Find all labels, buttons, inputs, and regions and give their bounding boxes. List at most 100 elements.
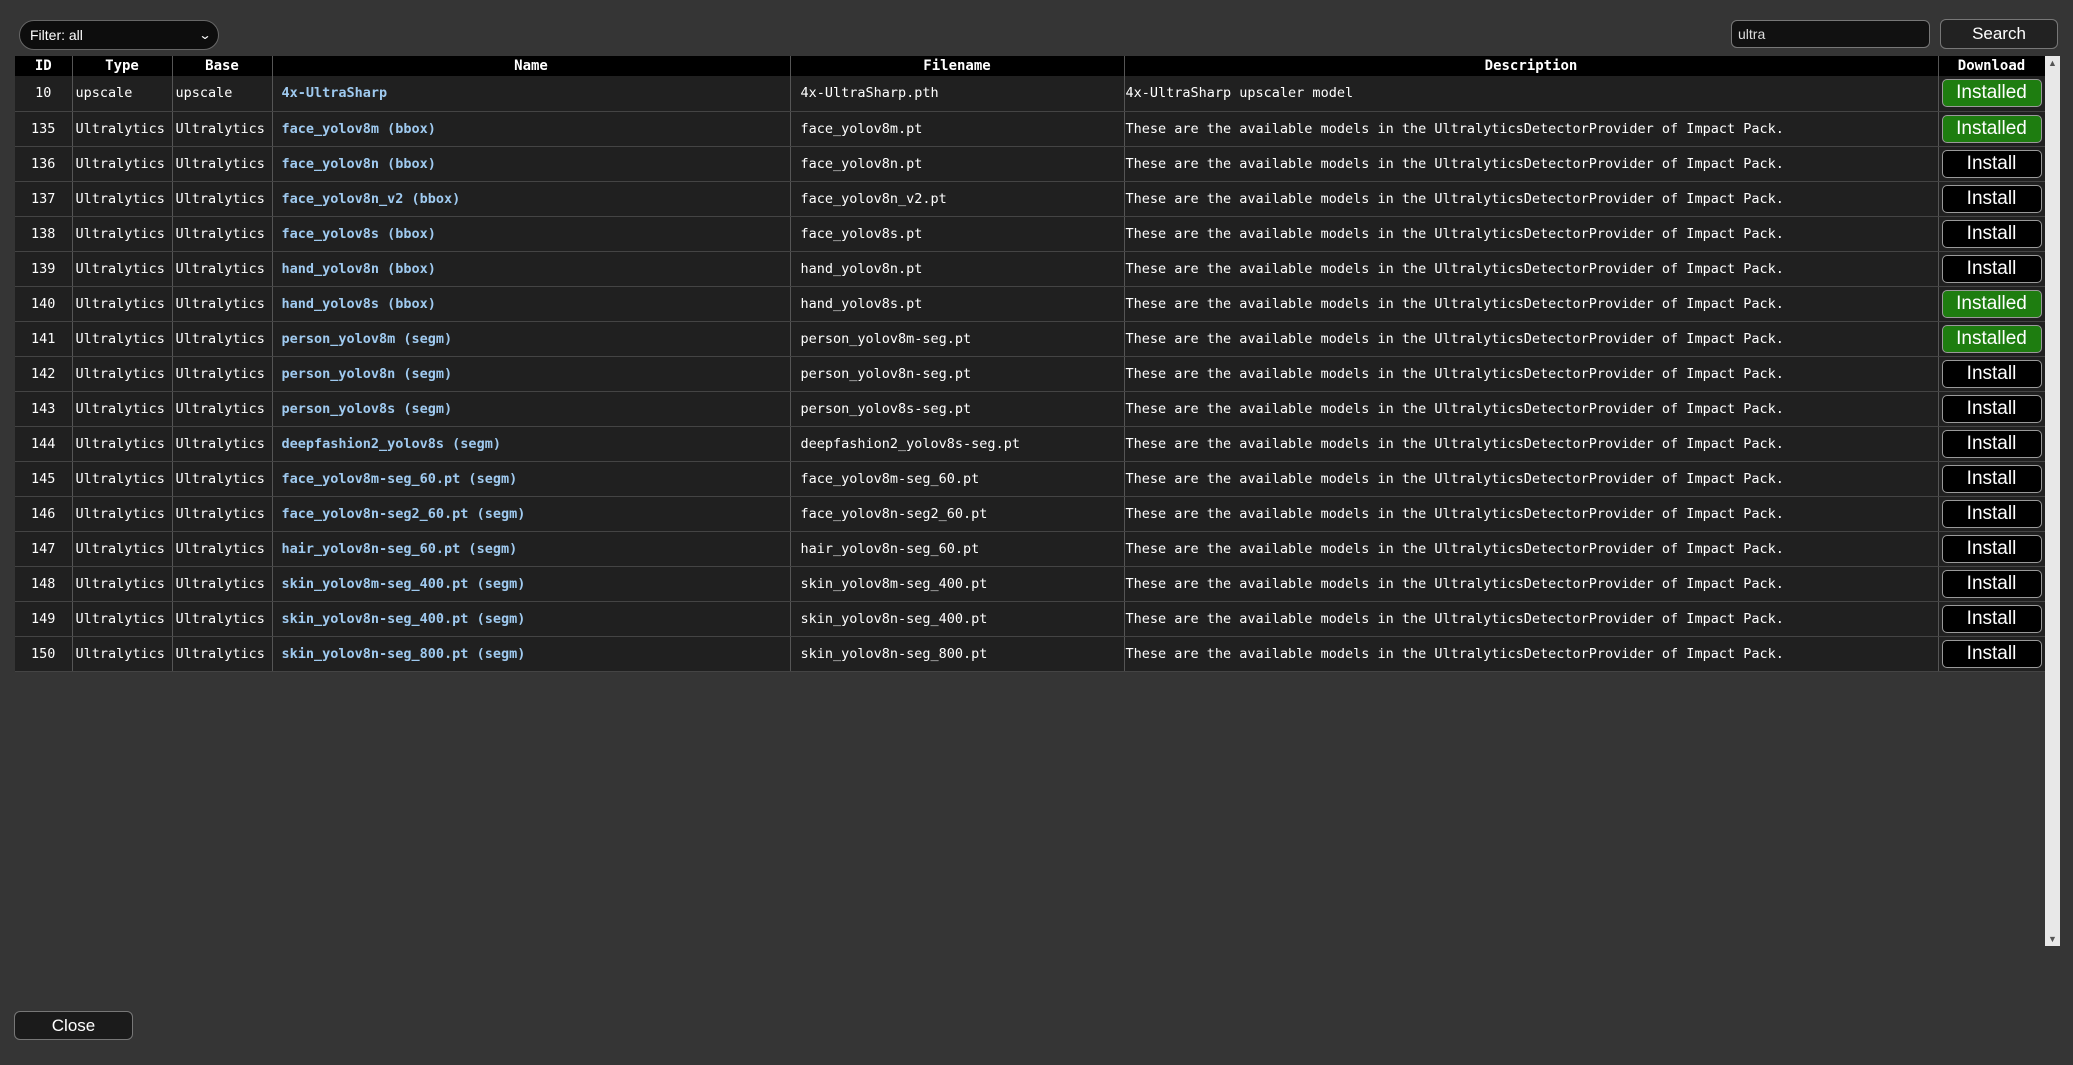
cell-base: Ultralytics	[172, 111, 273, 147]
install-button[interactable]: Install	[1941, 184, 2042, 213]
cell-name: 4x-UltraSharp	[272, 76, 791, 112]
model-name-link[interactable]: face_yolov8m-seg_60.pt (segm)	[276, 471, 518, 487]
cell-base: Ultralytics	[172, 146, 273, 182]
install-button[interactable]: Install	[1941, 604, 2042, 633]
model-name-link[interactable]: person_yolov8n (segm)	[276, 366, 453, 382]
model-name-link[interactable]: skin_yolov8n-seg_800.pt (segm)	[276, 646, 526, 662]
cell-download: Installed	[1938, 286, 2045, 322]
model-name-link[interactable]: hair_yolov8n-seg_60.pt (segm)	[276, 541, 518, 557]
cell-download: Install	[1938, 391, 2045, 427]
cell-description: These are the available models in the Ul…	[1124, 461, 1939, 497]
install-button[interactable]: Install	[1941, 394, 2042, 423]
model-name-link[interactable]: 4x-UltraSharp	[276, 85, 388, 101]
model-name-link[interactable]: face_yolov8s (bbox)	[276, 226, 436, 242]
install-button[interactable]: Install	[1941, 639, 2042, 668]
model-name-link[interactable]: face_yolov8n (bbox)	[276, 156, 436, 172]
cell-description: These are the available models in the Ul…	[1124, 356, 1939, 392]
installed-button[interactable]: Installed	[1941, 114, 2042, 143]
cell-type: Ultralytics	[72, 636, 173, 672]
cell-download: Install	[1938, 601, 2045, 637]
cell-id: 137	[15, 181, 73, 217]
table-body: 10 upscale upscale 4x-UltraSharp 4x-UltraSha…	[15, 76, 2045, 672]
search-button[interactable]: Search	[1940, 19, 2058, 49]
model-name-link[interactable]: skin_yolov8n-seg_400.pt (segm)	[276, 611, 526, 627]
scroll-up-arrow-icon[interactable]: ▲	[2045, 56, 2060, 70]
cell-type: Ultralytics	[72, 391, 173, 427]
col-header-base: Base	[172, 56, 273, 76]
scroll-down-arrow-icon[interactable]: ▼	[2045, 932, 2060, 946]
cell-base: Ultralytics	[172, 426, 273, 462]
cell-id: 135	[15, 111, 73, 147]
install-button[interactable]: Install	[1941, 464, 2042, 493]
col-header-id: ID	[15, 56, 73, 76]
vertical-scrollbar[interactable]: ▲ ▼	[2045, 56, 2060, 946]
cell-filename: face_yolov8s.pt	[790, 216, 1125, 252]
cell-base: Ultralytics	[172, 216, 273, 252]
cell-description: 4x-UltraSharp upscaler model	[1124, 76, 1939, 112]
install-button[interactable]: Install	[1941, 569, 2042, 598]
install-button[interactable]: Install	[1941, 149, 2042, 178]
cell-type: Ultralytics	[72, 111, 173, 147]
cell-type: Ultralytics	[72, 356, 173, 392]
filter-select[interactable]: Filter: all ⌄	[19, 20, 219, 50]
cell-id: 138	[15, 216, 73, 252]
cell-download: Install	[1938, 496, 2045, 532]
install-button[interactable]: Install	[1941, 429, 2042, 458]
cell-download: Install	[1938, 636, 2045, 672]
install-button[interactable]: Install	[1941, 499, 2042, 528]
installed-button[interactable]: Installed	[1941, 79, 2042, 108]
model-name-link[interactable]: skin_yolov8m-seg_400.pt (segm)	[276, 576, 526, 592]
cell-description: These are the available models in the Ul…	[1124, 251, 1939, 287]
cell-name: skin_yolov8m-seg_400.pt (segm)	[272, 566, 791, 602]
model-name-link[interactable]: person_yolov8m (segm)	[276, 331, 453, 347]
install-button[interactable]: Install	[1941, 254, 2042, 283]
table-row: 135 Ultralytics Ultralytics face_yolov8m (b…	[15, 111, 2045, 147]
model-name-link[interactable]: deepfashion2_yolov8s (segm)	[276, 436, 501, 452]
col-header-description: Description	[1124, 56, 1939, 76]
model-name-link[interactable]: hand_yolov8s (bbox)	[276, 296, 436, 312]
table-row: 143 Ultralytics Ultralytics person_yolov8s …	[15, 391, 2045, 427]
cell-description: These are the available models in the Ul…	[1124, 496, 1939, 532]
cell-base: Ultralytics	[172, 286, 273, 322]
model-name-link[interactable]: person_yolov8s (segm)	[276, 401, 453, 417]
cell-base: upscale	[172, 76, 273, 112]
model-name-link[interactable]: face_yolov8m (bbox)	[276, 121, 436, 137]
cell-base: Ultralytics	[172, 321, 273, 357]
cell-filename: person_yolov8s-seg.pt	[790, 391, 1125, 427]
search-input[interactable]	[1731, 20, 1930, 48]
model-table: ID Type Base Name Filename Description Downloa…	[15, 56, 2045, 672]
cell-download: Installed	[1938, 321, 2045, 357]
installed-button[interactable]: Installed	[1941, 289, 2042, 318]
install-button[interactable]: Install	[1941, 219, 2042, 248]
cell-id: 139	[15, 251, 73, 287]
col-header-name: Name	[272, 56, 791, 76]
table-row: 137 Ultralytics Ultralytics face_yolov8n_v2…	[15, 181, 2045, 217]
install-button[interactable]: Install	[1941, 359, 2042, 388]
cell-description: These are the available models in the Ul…	[1124, 111, 1939, 147]
model-name-link[interactable]: face_yolov8n-seg2_60.pt (segm)	[276, 506, 526, 522]
table-row: 142 Ultralytics Ultralytics person_yolov8n …	[15, 356, 2045, 392]
cell-type: Ultralytics	[72, 216, 173, 252]
close-button[interactable]: Close	[14, 1011, 133, 1040]
cell-filename: skin_yolov8n-seg_400.pt	[790, 601, 1125, 637]
table-row: 147 Ultralytics Ultralytics hair_yolov8n-se…	[15, 531, 2045, 567]
cell-download: Installed	[1938, 76, 2045, 112]
cell-name: face_yolov8s (bbox)	[272, 216, 791, 252]
cell-download: Install	[1938, 356, 2045, 392]
cell-download: Install	[1938, 461, 2045, 497]
table-row: 150 Ultralytics Ultralytics skin_yolov8n-se…	[15, 636, 2045, 672]
cell-filename: person_yolov8n-seg.pt	[790, 356, 1125, 392]
cell-description: These are the available models in the Ul…	[1124, 531, 1939, 567]
model-name-link[interactable]: face_yolov8n_v2 (bbox)	[276, 191, 461, 207]
cell-name: face_yolov8m (bbox)	[272, 111, 791, 147]
cell-filename: hand_yolov8s.pt	[790, 286, 1125, 322]
cell-filename: face_yolov8n-seg2_60.pt	[790, 496, 1125, 532]
table-row: 144 Ultralytics Ultralytics deepfashion2_yo…	[15, 426, 2045, 462]
install-button[interactable]: Install	[1941, 534, 2042, 563]
model-name-link[interactable]: hand_yolov8n (bbox)	[276, 261, 436, 277]
cell-type: Ultralytics	[72, 531, 173, 567]
cell-filename: face_yolov8n.pt	[790, 146, 1125, 182]
model-table-container[interactable]: ID Type Base Name Filename Description Downloa…	[15, 56, 2045, 946]
table-row: 149 Ultralytics Ultralytics skin_yolov8n-se…	[15, 601, 2045, 637]
installed-button[interactable]: Installed	[1941, 324, 2042, 353]
